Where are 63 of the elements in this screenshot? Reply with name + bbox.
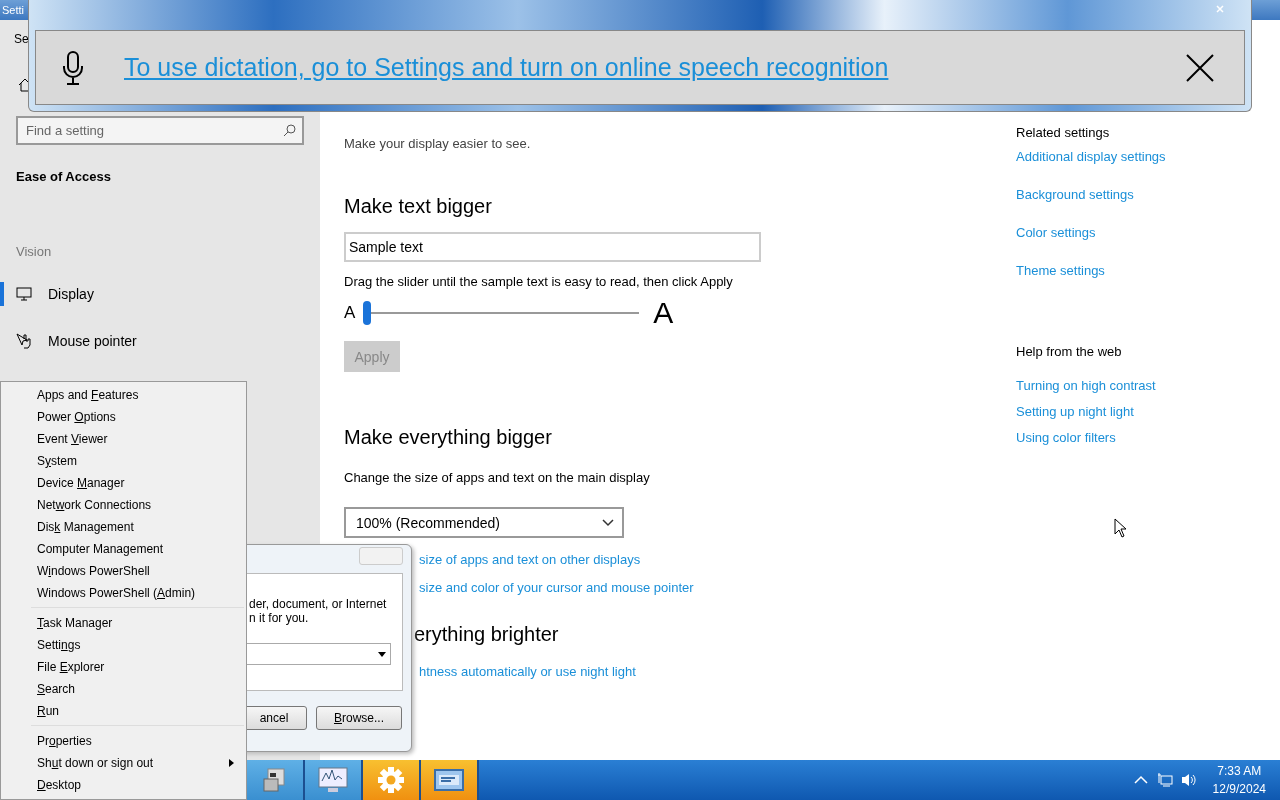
scale-dropdown[interactable]: 100% (Recommended)	[344, 507, 624, 538]
menu-item[interactable]: Windows PowerShell	[1, 560, 246, 582]
submenu-arrow-icon	[229, 759, 234, 767]
menu-item[interactable]: Windows PowerShell (Admin)	[1, 582, 246, 604]
window-title: Setti	[2, 4, 24, 16]
menu-item[interactable]: Computer Management	[1, 538, 246, 560]
dropdown-hint: Change the size of apps and text on the main display	[344, 470, 650, 485]
nav-item[interactable]: Mouse pointer	[0, 329, 320, 353]
menu-item[interactable]: Apps and Features	[1, 384, 246, 406]
menu-item[interactable]: Search	[1, 678, 246, 700]
menu-item[interactable]: Properties	[1, 730, 246, 752]
dialog-button[interactable]: Browse...	[316, 706, 402, 730]
dialog-text: der, document, or Internet n it for you.	[249, 597, 387, 625]
help-heading: Help from the web	[1016, 344, 1122, 359]
network-icon[interactable]	[1156, 772, 1173, 788]
window-icon[interactable]	[432, 766, 466, 794]
related-link[interactable]: Theme settings	[1016, 263, 1105, 278]
related-link[interactable]: Background settings	[1016, 187, 1134, 202]
settings-link[interactable]: size of apps and text on other displays	[419, 552, 641, 567]
menu-item[interactable]: System	[1, 450, 246, 472]
caret-icon	[602, 518, 614, 527]
monitor-icon	[16, 286, 32, 302]
section-heading: Make everything bigger	[344, 426, 552, 449]
settings-link[interactable]: htness automatically or use night light	[419, 664, 636, 679]
section-title: Ease of Access	[16, 169, 112, 184]
sample-text-field[interactable]: Sample text	[344, 232, 761, 262]
menu-item[interactable]: File Explorer	[1, 656, 246, 678]
help-link[interactable]: Setting up night light	[1016, 404, 1134, 419]
menu-item[interactable]: Network Connections	[1, 494, 246, 516]
search-icon[interactable]	[283, 124, 296, 137]
related-link[interactable]: Color settings	[1016, 225, 1096, 240]
slider-hint: Drag the slider until the sample text is easy to read, then click Apply	[344, 274, 733, 289]
menu-item[interactable]: Device Manager	[1, 472, 246, 494]
menu-item[interactable]: Power Options	[1, 406, 246, 428]
microphone-icon	[60, 49, 86, 86]
caret-icon	[378, 652, 386, 657]
help-link[interactable]: Using color filters	[1016, 430, 1116, 445]
app-title: Se	[14, 32, 30, 46]
slider-thumb[interactable]	[363, 301, 372, 325]
mouse-cursor-icon	[1114, 518, 1127, 538]
nav-item[interactable]: Display	[0, 282, 320, 306]
volume-icon[interactable]	[1180, 772, 1197, 788]
large-letter: A	[653, 296, 674, 330]
menu-item[interactable]: Disk Management	[1, 516, 246, 538]
menu-item[interactable]: Settings	[1, 634, 246, 656]
related-link[interactable]: Additional display settings	[1016, 149, 1166, 164]
section-heading: Make text bigger	[344, 195, 492, 218]
help-link[interactable]: Turning on high contrast	[1016, 378, 1156, 393]
menu-item[interactable]: Task Manager	[1, 612, 246, 634]
hand-pointer-icon	[16, 333, 32, 349]
related-heading: Related settings	[1016, 125, 1110, 140]
group-label: Vision	[16, 244, 53, 259]
search-field[interactable]: Find a setting	[16, 116, 304, 145]
menu-item[interactable]: Desktop	[1, 774, 246, 796]
clock[interactable]: 7:33 AM 12/9/2024	[1212, 762, 1266, 798]
small-letter: A	[344, 303, 356, 323]
menu-item[interactable]: Shut down or sign out	[1, 752, 246, 774]
settings-link[interactable]: size and color of your cursor and mouse pointer	[419, 580, 694, 595]
monitor-chart-icon[interactable]	[316, 765, 350, 795]
close-icon[interactable]	[1186, 53, 1214, 82]
page-subtitle: Make your display easier to see.	[344, 136, 531, 151]
section-heading: erything brighter	[414, 623, 559, 646]
menu-item[interactable]: Event Viewer	[1, 428, 246, 450]
